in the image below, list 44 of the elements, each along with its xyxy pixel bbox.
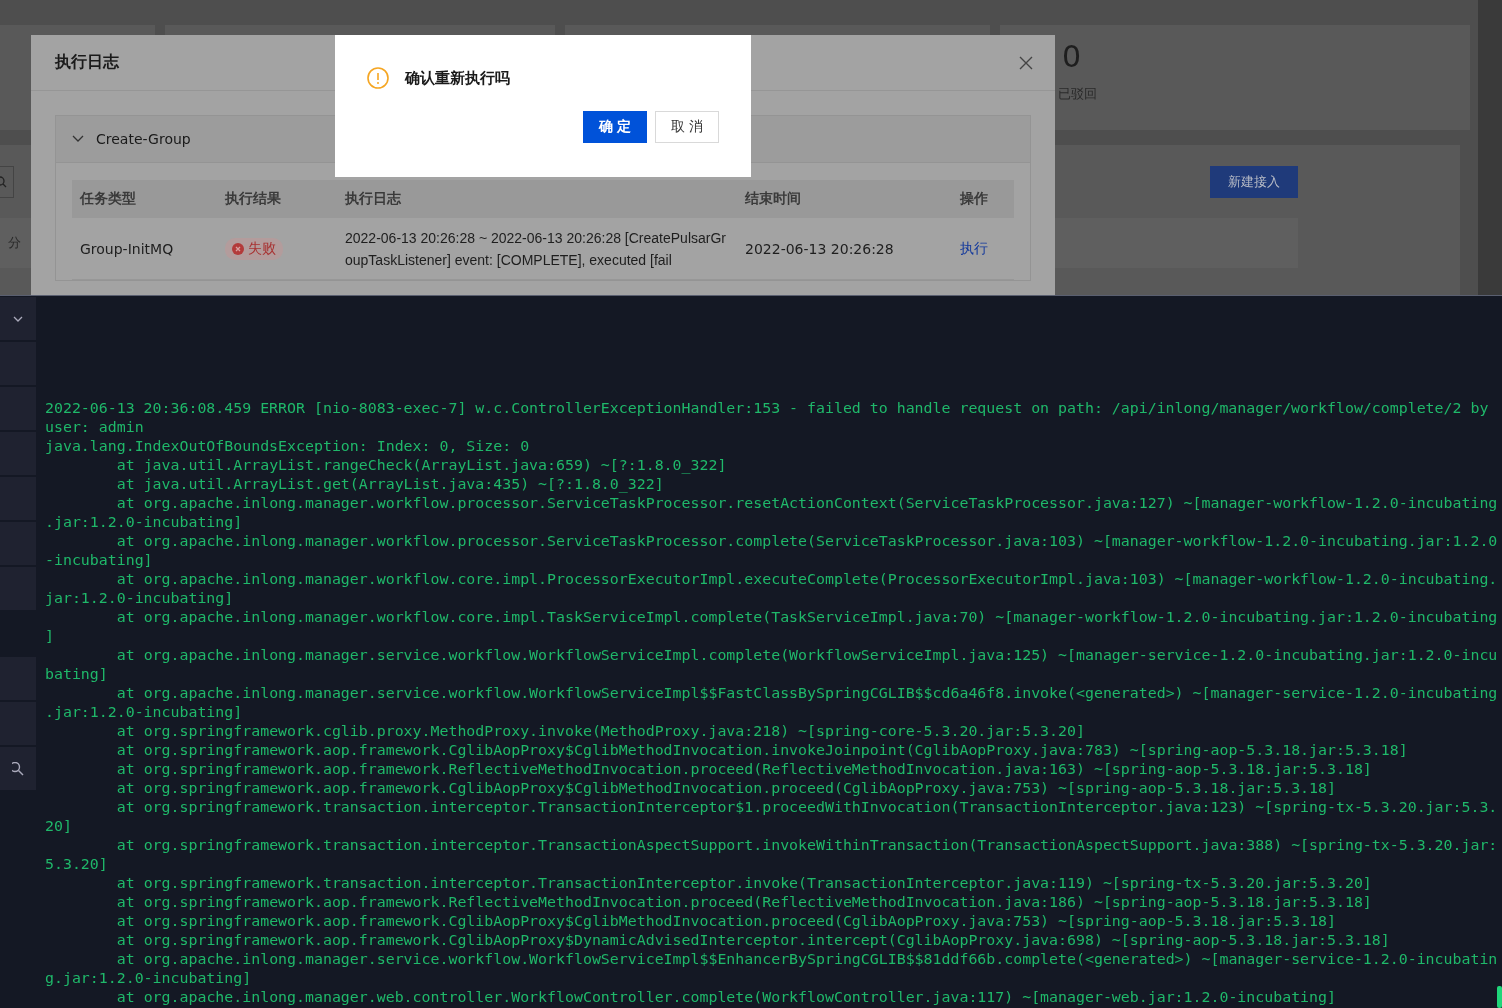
log-line: .jar:1.2.0-incubating] (45, 703, 243, 722)
log-line: at org.springframework.aop.framework.CglibAopProxy$CglibMethodInvocation.proceed(CglibAopProxy.java:753) ~[spring-aop-5.3.18.jar:5.3.18] (115, 912, 1336, 931)
log-line: at org.springframework.transaction.interceptor.TransactionAspectSupport.invokeWithinTransaction(TransactionAspectSupport.java:388) ~[spring-tx-5.3.20.jar: (115, 836, 1498, 855)
log-line: at java.util.ArrayList.get(ArrayList.java:435) ~[?:1.8.0_322] (115, 475, 664, 494)
log-line: at org.springframework.aop.framework.ReflectiveMethodInvocation.proceed(ReflectiveMethodInvocation.java:163) ~[spring-aop-5.3.18.jar:5.3.18] (115, 760, 1372, 779)
log-line: 20] (45, 817, 72, 836)
log-line: .jar:1.2.0-incubating] (45, 513, 243, 532)
column-header: 操作 (959, 190, 989, 208)
log-line: at org.apache.inlong.manager.workflow.processor.ServiceTaskProcessor.complete(ServiceTaskProcessor.java:103) ~[manager-workflow-1.2.0-incubating.jar:1.2.0 (115, 532, 1498, 551)
column-header: 结束时间 (744, 190, 802, 208)
log-line: -incubating] (45, 551, 153, 570)
log-line: at org.springframework.aop.framework.CglibAopProxy$DynamicAdvisedInterceptor.intercept(CglibAopProxy.java:698) ~[spring-aop-5.3.18.jar:5.3.18] (115, 931, 1390, 950)
log-line: at org.springframework.aop.framework.CglibAopProxy$CglibMethodInvocation.proceed(CglibAopProxy.java:753) ~[spring-aop-5.3.18.jar:5.3.18] (115, 779, 1336, 798)
column-header: 任务类型 (78, 190, 137, 208)
log-line: at java.util.ArrayList.rangeCheck(ArrayList.java:659) ~[?:1.8.0_322] (115, 456, 727, 475)
log-line: at org.apache.inlong.manager.service.workflow.WorkflowServiceImpl$$FastClassBySpringCGLIB$$cd6a46f8.invoke(<generated>) ~[manager-service-1.2.0-incubating (115, 684, 1498, 703)
log-line: at org.apache.inlong.manager.service.workflow.WorkflowServiceImpl$$EnhancerBySpringCGLIB$$81ddf66b.complete(<generated>) ~[manager-service-1.2.0-incubatin (115, 950, 1498, 969)
log-line: at org.springframework.transaction.interceptor.TransactionInterceptor.invoke(TransactionInterceptor.java:119) ~[spring-tx-5.3.20.jar:5.3.20] (115, 874, 1372, 893)
log-line: at org.springframework.aop.framework.ReflectiveMethodInvocation.proceed(ReflectiveMethodInvocation.java:186) ~[spring-aop-5.3.18.jar:5.3.18] (115, 893, 1372, 912)
log-line: g.jar:1.2.0-incubating] (45, 969, 252, 988)
log-line: at org.apache.inlong.manager.service.workflow.WorkflowServiceImpl.complete(WorkflowServiceImpl.java:125) ~[manager-service-1.2.0-incubating.jar:1.2.0-incu (115, 646, 1498, 665)
dialog-title: 执行日志 (55, 52, 119, 73)
column-header: 执行日志 (344, 190, 402, 208)
column-header: 执行结果 (224, 190, 282, 208)
table-cell-text: Group-InitMQ (79, 240, 175, 257)
log-line: java.lang.IndexOutOfBoundsException: Index: 0, Size: 0 (45, 437, 530, 456)
confirm-title: 确认重新执行吗 (405, 68, 510, 88)
log-line: at org.apache.inlong.manager.workflow.core.impl.ProcessorExecutorImpl.executeComplete(ProcessorExecutorImpl.java:103) ~[manager-workflow-1.2.0-incubating. (115, 570, 1498, 589)
log-line: at org.apache.inlong.manager.workflow.processor.ServiceTaskProcessor.resetActionContext(ServiceTaskProcessor.java:127) ~[manager-workflow-1.2.0-incubating (115, 494, 1498, 513)
log-line: jar:1.2.0-incubating] (45, 589, 234, 608)
log-line: at org.springframework.aop.framework.CglibAopProxy$CglibMethodInvocation.invokeJoinpoint(CglibAopProxy.java:783) ~[spring-aop-5.3.18.jar:5.3.18] (115, 741, 1408, 760)
log-line: 2022-06-13 20:36:08.459 ERROR [nio-8083-exec-7] w.c.ControllerExceptionHandler:153 - failed to handle request on path: /api/inlong/manager/workflow/complete/2 by (45, 399, 1489, 418)
log-line: ] (45, 627, 54, 646)
log-line: 5.3.20] (45, 855, 108, 874)
log-line: at org.springframework.transaction.interceptor.TransactionInterceptor$1.proceedWithInvocation(TransactionInterceptor.java:123) ~[spring-tx-5.3.20.jar:5.3. (115, 798, 1498, 817)
log-line: at org.springframework.cglib.proxy.MethodProxy.invoke(MethodProxy.java:218) ~[spring-core-5.3.20.jar:5.3.20] (115, 722, 1085, 741)
stat-value: 0 (1062, 39, 1083, 75)
log-line: user: admin (45, 418, 144, 437)
table-cell-text: 2022-06-13 20:26:28 ~ 2022-06-13 20:26:28 [CreatePulsarGroupTaskListener] event: [COMPLETE], executed [fail (344, 228, 727, 270)
log-line: at org.apache.inlong.manager.workflow.core.impl.TaskServiceImpl.complete(TaskServiceImpl.java:70) ~[manager-workflow-1.2.0-incubating.jar:1.2.0-incubating (115, 608, 1498, 627)
status-tag: 失败 (225, 237, 283, 260)
table-cell-text: 2022-06-13 20:26:28 (744, 240, 895, 257)
log-line: at org.apache.inlong.manager.web.controller.WorkflowController.complete(WorkflowController.java:117) ~[manager-web.jar:1.2.0-incubating] (115, 988, 1336, 1007)
log-line: bating] (45, 665, 108, 684)
